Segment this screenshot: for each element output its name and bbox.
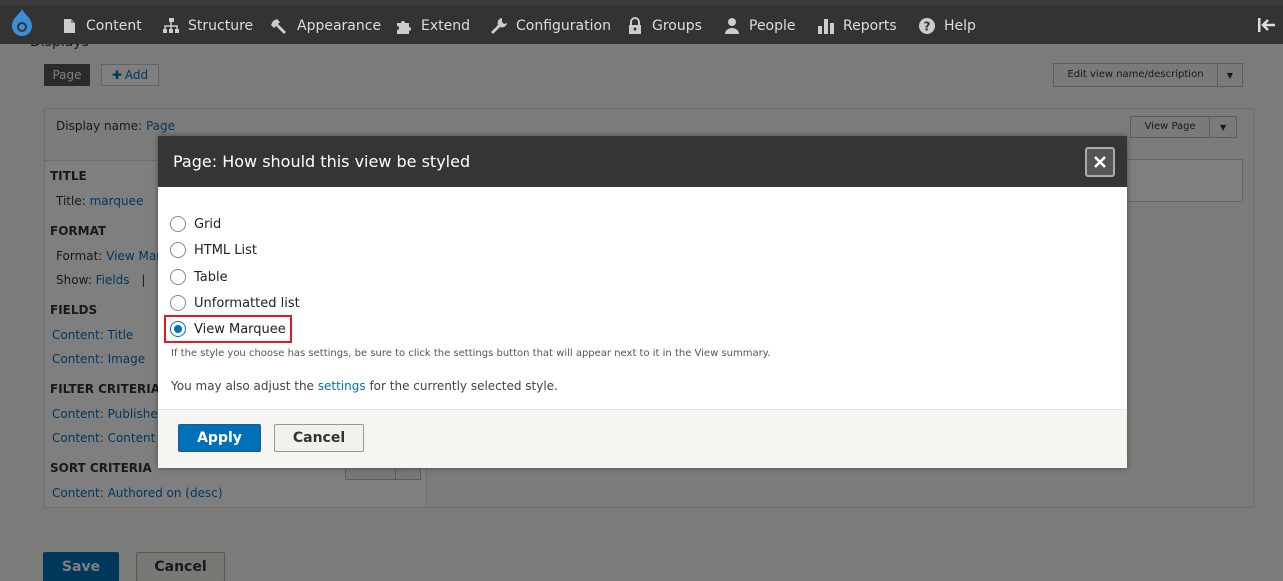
adjust-prefix: You may also adjust the xyxy=(171,379,314,393)
drupal-logo-icon[interactable] xyxy=(6,7,38,39)
style-option-html-list[interactable]: HTML List xyxy=(170,240,257,260)
toolbar-label-extend: Extend xyxy=(421,18,470,34)
style-option-unformatted-list[interactable]: Unformatted list xyxy=(170,293,300,313)
radio-table[interactable] xyxy=(170,269,186,285)
dialog-title: Page: How should this view be styled xyxy=(173,152,471,171)
puzzle-icon xyxy=(395,17,413,35)
wrench-hammer-icon xyxy=(271,17,289,35)
wrench-icon xyxy=(490,17,508,35)
toolbar-label-people: People xyxy=(749,18,796,34)
bar-chart-icon xyxy=(817,17,835,35)
style-option-label: Unformatted list xyxy=(194,295,300,311)
people-icon xyxy=(723,17,741,35)
admin-toolbar: Content Structure Appearance Extend Conf… xyxy=(0,0,1283,44)
toolbar-label-configuration: Configuration xyxy=(516,18,611,34)
toolbar-item-structure[interactable]: Structure xyxy=(162,8,253,44)
close-icon xyxy=(1094,156,1106,168)
selection-highlight xyxy=(164,315,292,343)
group-lock-icon xyxy=(626,17,644,35)
radio-grid[interactable] xyxy=(170,216,186,232)
toolbar-item-extend[interactable]: Extend xyxy=(395,8,470,44)
toolbar-item-content[interactable]: Content xyxy=(60,8,142,44)
toolbar-item-appearance[interactable]: Appearance xyxy=(271,8,381,44)
file-icon xyxy=(60,17,78,35)
radio-unformatted-list[interactable] xyxy=(170,295,186,311)
apply-button[interactable]: Apply xyxy=(178,424,261,452)
dialog-close-button[interactable] xyxy=(1085,147,1115,177)
toolbar-label-structure: Structure xyxy=(188,18,254,34)
toolbar-item-people[interactable]: People xyxy=(723,8,796,44)
toolbar-label-appearance: Appearance xyxy=(297,18,382,34)
toolbar-item-help[interactable]: ? Help xyxy=(918,8,976,44)
toolbar-label-groups: Groups xyxy=(652,18,702,34)
settings-link[interactable]: settings xyxy=(318,379,366,393)
adjust-suffix: for the currently selected style. xyxy=(369,379,558,393)
toolbar-item-configuration[interactable]: Configuration xyxy=(490,8,611,44)
cancel-button[interactable]: Cancel xyxy=(274,424,364,452)
radio-html-list[interactable] xyxy=(170,242,186,258)
sitemap-icon xyxy=(162,17,180,35)
adjust-settings-text: You may also adjust the settings for the… xyxy=(171,379,558,393)
style-option-label: Table xyxy=(194,269,228,285)
style-dialog: Page: How should this view be styled Gri… xyxy=(158,136,1127,468)
toolbar-collapse-icon[interactable] xyxy=(1256,14,1278,36)
style-option-table[interactable]: Table xyxy=(170,267,228,287)
toolbar-label-reports: Reports xyxy=(843,18,897,34)
toolbar-item-reports[interactable]: Reports xyxy=(817,8,897,44)
svg-text:?: ? xyxy=(924,20,931,34)
style-option-grid[interactable]: Grid xyxy=(170,214,221,234)
style-hint: If the style you choose has settings, be… xyxy=(171,348,771,359)
toolbar-strip xyxy=(0,0,1283,6)
toolbar-label-help: Help xyxy=(944,18,976,34)
style-option-label: HTML List xyxy=(194,242,258,258)
dialog-header: Page: How should this view be styled xyxy=(158,136,1127,187)
toolbar-label-content: Content xyxy=(86,18,142,34)
toolbar-item-groups[interactable]: Groups xyxy=(626,8,702,44)
help-icon: ? xyxy=(918,17,936,35)
style-option-label: Grid xyxy=(194,216,222,232)
